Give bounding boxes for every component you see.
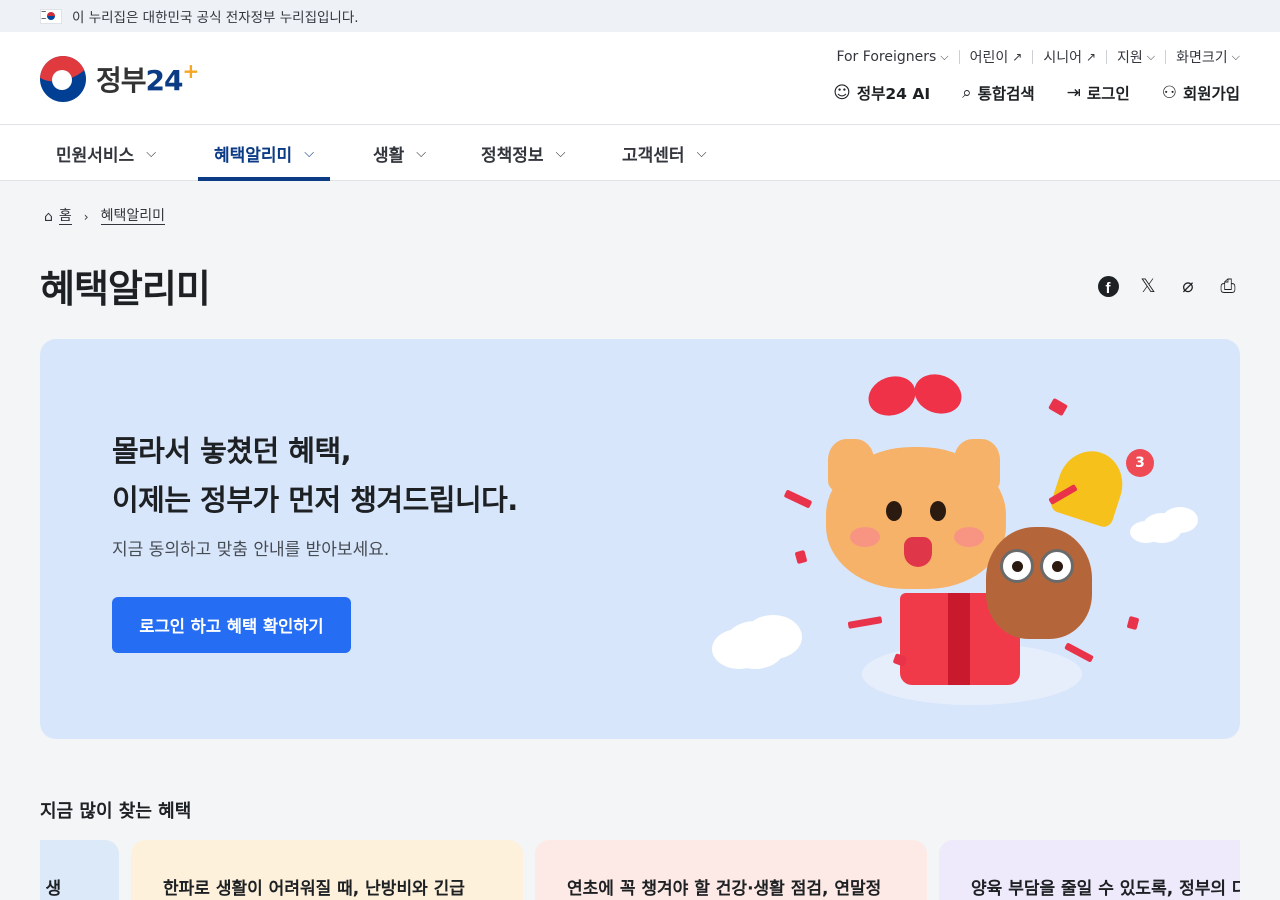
util-kids[interactable]: 어린이 ↗ — [960, 47, 1033, 67]
chevron-down-icon: ⌵ — [555, 145, 566, 161]
util-for-foreigners[interactable]: For Foreigners ⌵ — [826, 49, 958, 65]
nav-customer-center[interactable]: 고객센터 ⌵ — [622, 125, 706, 181]
chevron-down-icon: ⌵ — [416, 145, 427, 161]
util-support[interactable]: 지원 ⌵ — [1107, 47, 1165, 67]
search-icon: ⌕ — [962, 83, 972, 103]
benefit-card[interactable]: 양육 부담을 줄일 수 있도록, 정부의 다 — [939, 840, 1240, 900]
popular-benefits-title: 지금 많이 찾는 혜택 — [40, 801, 192, 822]
benefit-card[interactable]: 연초에 꼭 챙겨야 할 건강·생활 점검, 연말정 — [535, 840, 927, 900]
utility-menu: For Foreigners ⌵ 어린이 ↗ 시니어 ↗ 지원 ⌵ 화면크기 ⌵ — [826, 47, 1240, 67]
breadcrumb-home[interactable]: 홈 — [58, 208, 72, 225]
chevron-right-icon: › — [83, 209, 89, 224]
chevron-down-icon: ⌵ — [696, 145, 707, 161]
gov24-logo[interactable]: 정부24+ — [40, 56, 199, 102]
header-actions: ☺ 정부24 AI ⌕ 통합검색 ⇥ 로그인 ⚇ 회원가입 — [801, 82, 1240, 104]
notification-badge: 3 — [1126, 449, 1154, 477]
cloud-icon — [724, 621, 786, 669]
benefit-card[interactable]: 한 생 — [40, 840, 119, 900]
breadcrumb-current[interactable]: 혜택알리미 — [100, 208, 165, 225]
nav-civil-service[interactable]: 민원서비스 ⌵ — [56, 125, 156, 181]
chevron-down-icon: ⌵ — [146, 145, 157, 161]
external-link-icon: ↗ — [1085, 50, 1097, 64]
util-screen-size[interactable]: 화면크기 ⌵ — [1166, 47, 1240, 67]
korea-flag-icon — [40, 7, 62, 24]
print-button[interactable]: ⎙ — [1216, 274, 1240, 298]
signup-button[interactable]: ⚇ 회원가입 — [1162, 82, 1240, 104]
login-button[interactable]: ⇥ 로그인 — [1067, 82, 1130, 104]
nav-policy-info[interactable]: 정책정보 ⌵ — [481, 125, 565, 181]
ribbon-bow-icon — [862, 369, 922, 423]
page-title: 혜택알리미 — [40, 267, 211, 311]
chevron-down-icon: ⌵ — [304, 145, 315, 161]
login-icon: ⇥ — [1066, 83, 1081, 103]
ai-bot-icon: ☺ — [833, 83, 851, 103]
gov-banner: 이 누리집은 대한민국 공식 전자정부 누리집입니다. — [0, 0, 1280, 32]
logo-text: 정부24+ — [96, 59, 199, 97]
paperclip-icon: ⌀ — [1182, 275, 1194, 297]
main-nav: 민원서비스 ⌵ 혜택알리미 ⌵ 생활 ⌵ 정책정보 ⌵ 고객센터 ⌵ — [0, 124, 1280, 181]
hero-banner: 몰라서 놓쳤던 혜택, 이제는 정부가 먼저 챙겨드립니다. 지금 동의하고 맞… — [40, 339, 1240, 739]
nav-benefit-alert[interactable]: 혜택알리미 ⌵ — [197, 125, 331, 181]
mascot-illustration: 3 — [700, 359, 1200, 719]
facebook-icon: f — [1097, 275, 1119, 297]
chevron-down-icon: ⌵ — [940, 50, 949, 63]
nav-life[interactable]: 생활 ⌵ — [373, 125, 426, 181]
cloud-icon — [1142, 513, 1182, 543]
breadcrumb: ⌂ 홈 › 혜택알리미 — [44, 208, 165, 225]
search-button[interactable]: ⌕ 통합검색 — [962, 82, 1035, 104]
share-tools: f 𝕏 ⌀ ⎙ — [1080, 274, 1240, 298]
util-senior[interactable]: 시니어 ↗ — [1033, 47, 1106, 67]
external-link-icon: ↗ — [1012, 50, 1023, 64]
facebook-share-button[interactable]: f — [1096, 274, 1120, 298]
add-user-icon: ⚇ — [1161, 83, 1177, 103]
site-header: 정부24+ For Foreigners ⌵ 어린이 ↗ 시니어 ↗ 지원 ⌵ 화면크기… — [0, 32, 1280, 124]
chevron-down-icon: ⌵ — [1231, 50, 1240, 63]
popular-benefits-carousel: 한 생 한파로 생활이 어려워질 때, 난방비와 긴급 연초에 꼭 챙겨야 할 … — [40, 840, 1240, 900]
bell-icon — [1048, 442, 1132, 530]
gov24-ai-button[interactable]: ☺ 정부24 AI — [833, 82, 930, 104]
login-check-benefits-button[interactable]: 로그인 하고 혜택 확인하기 — [112, 597, 351, 653]
hero-subtext: 지금 동의하고 맞춤 안내를 받아보세요. — [112, 540, 390, 560]
x-share-button[interactable]: 𝕏 — [1136, 274, 1160, 298]
home-icon: ⌂ — [44, 208, 53, 225]
taegeuk-logo-icon — [40, 56, 86, 102]
printer-icon: ⎙ — [1220, 275, 1236, 297]
copy-link-button[interactable]: ⌀ — [1176, 274, 1200, 298]
hero-heading: 몰라서 놓쳤던 혜택, 이제는 정부가 먼저 챙겨드립니다. — [112, 434, 518, 517]
squirrel-mascot — [826, 447, 1006, 589]
x-icon: 𝕏 — [1140, 275, 1156, 297]
chevron-down-icon: ⌵ — [1146, 50, 1156, 63]
gov-banner-text: 이 누리집은 대한민국 공식 전자정부 누리집입니다. — [72, 10, 359, 26]
benefit-card[interactable]: 한파로 생활이 어려워질 때, 난방비와 긴급 — [131, 840, 523, 900]
owl-mascot — [986, 527, 1092, 639]
